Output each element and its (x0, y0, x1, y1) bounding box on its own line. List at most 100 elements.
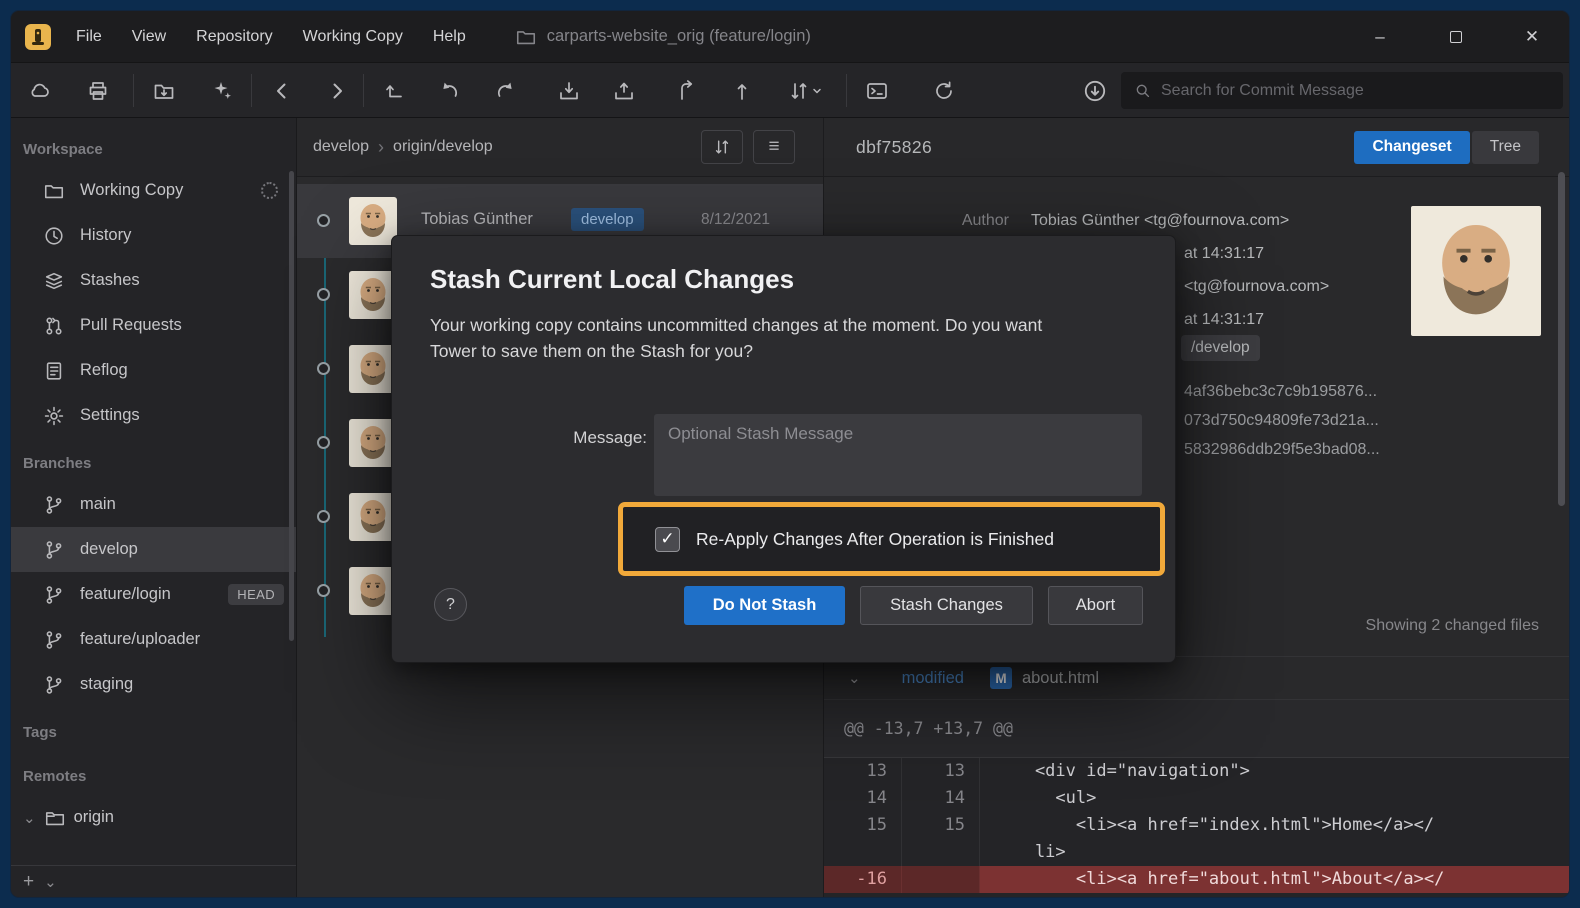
cloud-services-button[interactable] (19, 70, 61, 112)
push-button[interactable] (603, 70, 645, 112)
sidebar-branch-main[interactable]: main (11, 482, 296, 527)
sidebar-item-history[interactable]: History (11, 213, 296, 258)
new-line-number: 13 (902, 758, 980, 785)
detail-scrollbar[interactable] (1558, 172, 1565, 506)
open-repository-button[interactable] (143, 70, 185, 112)
close-icon: ✕ (1525, 27, 1539, 47)
commit-hash: dbf75826 (824, 137, 932, 158)
navigate-forward-button[interactable] (316, 70, 358, 112)
compare-branches-button[interactable] (776, 70, 834, 112)
merge-button[interactable] (666, 70, 708, 112)
print-button[interactable] (77, 70, 119, 112)
sidebar-branch-staging[interactable]: staging (11, 662, 296, 707)
hunk-header-text: @@ -13,7 +13,7 @@ (844, 719, 1013, 738)
chevron-down-icon[interactable]: ⌄ (23, 809, 36, 827)
help-button[interactable]: ? (434, 588, 467, 621)
checkout-button[interactable] (373, 70, 415, 112)
tray-arrow-down-icon (557, 79, 581, 103)
sidebar-item-stashes[interactable]: Stashes (11, 258, 296, 303)
menu-help[interactable]: Help (418, 11, 481, 62)
diff-code: li> (980, 839, 1569, 866)
diff-line: li> (824, 839, 1569, 866)
tray-arrow-up-icon (612, 79, 636, 103)
sidebar-item-working-copy[interactable]: Working Copy (11, 168, 296, 213)
message-label: Message: (502, 428, 647, 448)
author-avatar (1411, 206, 1541, 336)
menu-file[interactable]: File (61, 11, 117, 62)
branch-label: develop (80, 540, 138, 559)
sidebar-branch-feature-login[interactable]: feature/login HEAD (11, 572, 296, 617)
open-terminal-button[interactable] (856, 70, 898, 112)
commit-list-header: develop › origin/develop ≡ (297, 118, 823, 177)
sidebar-item-label: Reflog (80, 361, 128, 380)
toolbar-separator (133, 74, 134, 107)
sidebar-item-label: History (80, 226, 131, 245)
minimize-button[interactable]: – (1357, 11, 1403, 62)
tab-tree[interactable]: Tree (1472, 131, 1539, 164)
compare-branches-icon (787, 79, 823, 103)
diff-code: <li><a href="index.html">Home</a></ (980, 812, 1569, 839)
chevron-down-icon[interactable]: ⌄ (848, 669, 861, 687)
printer-icon (86, 79, 110, 103)
add-button[interactable]: + (11, 871, 44, 893)
dialog-title: Stash Current Local Changes (430, 264, 794, 295)
arrow-out-icon (382, 79, 406, 103)
stash-dialog: Stash Current Local Changes Your working… (391, 235, 1176, 663)
sidebar-branch-feature-uploader[interactable]: feature/uploader (11, 617, 296, 662)
sidebar-branch-develop[interactable]: develop (11, 527, 296, 572)
sidebar-remote-origin[interactable]: ⌄ origin (11, 795, 296, 840)
avatar (349, 197, 397, 245)
compare-view-button[interactable] (701, 130, 743, 164)
reapply-checkbox[interactable]: ✓ (655, 527, 680, 552)
quick-actions-button[interactable] (201, 70, 243, 112)
tab-changeset[interactable]: Changeset (1354, 131, 1469, 164)
sidebar-item-reflog[interactable]: Reflog (11, 348, 296, 393)
branches-section-header: Branches (11, 446, 296, 482)
navigate-back-button[interactable] (261, 70, 303, 112)
stash-changes-button[interactable]: Stash Changes (860, 586, 1033, 625)
sidebar-item-settings[interactable]: Settings (11, 393, 296, 438)
sidebar-item-pull-requests[interactable]: Pull Requests (11, 303, 296, 348)
maximize-button[interactable] (1433, 11, 1479, 62)
commit-graph-node (317, 288, 330, 301)
undo-button[interactable] (428, 70, 470, 112)
dialog-body-text: Your working copy contains uncommitted c… (430, 312, 1075, 365)
abort-button[interactable]: Abort (1048, 586, 1143, 625)
search-input[interactable] (1161, 82, 1551, 100)
menu-view[interactable]: View (117, 11, 181, 62)
view-toggle: Changeset Tree (1354, 131, 1539, 164)
list-options-button[interactable]: ≡ (753, 130, 795, 164)
committed-date: at 14:31:17 (1184, 311, 1264, 329)
refresh-button[interactable] (923, 70, 965, 112)
do-not-stash-button[interactable]: Do Not Stash (684, 586, 845, 625)
branch-label: feature/uploader (80, 630, 200, 649)
redo-button[interactable] (485, 70, 527, 112)
old-line-number: -16 (824, 866, 902, 893)
stash-message-input[interactable] (654, 414, 1142, 496)
close-button[interactable]: ✕ (1509, 11, 1555, 62)
sidebar-item-label: Stashes (80, 271, 140, 290)
chevron-right-icon (325, 79, 349, 103)
file-status: modified (902, 669, 964, 688)
diff-line: 14 14 <ul> (824, 785, 1569, 812)
chevron-left-icon (270, 79, 294, 103)
app-logo-icon (25, 24, 51, 50)
diff-hunk-header: @@ -13,7 +13,7 @@ (824, 700, 1569, 758)
commit-search-box[interactable] (1121, 72, 1563, 109)
rebase-button[interactable] (721, 70, 763, 112)
sidebar-scrollbar[interactable] (289, 171, 294, 641)
commit-graph-node (317, 436, 330, 449)
reapply-highlight-annotation: ✓ Re-Apply Changes After Operation is Fi… (618, 502, 1165, 576)
avatar (349, 567, 397, 615)
undo-arrow-icon (437, 79, 461, 103)
commit-author: Tobias Günther (421, 210, 533, 229)
menu-repository[interactable]: Repository (181, 11, 287, 62)
main-toolbar (11, 63, 1569, 118)
download-updates-button[interactable] (1074, 70, 1116, 112)
branch-ref-badge: /develop (1181, 335, 1260, 361)
author-label: Author (934, 212, 1009, 230)
chevron-down-icon[interactable]: ⌄ (44, 873, 57, 891)
diff-code: <div id="navigation"> (980, 758, 1569, 785)
pull-button[interactable] (548, 70, 590, 112)
menu-working-copy[interactable]: Working Copy (288, 11, 418, 62)
